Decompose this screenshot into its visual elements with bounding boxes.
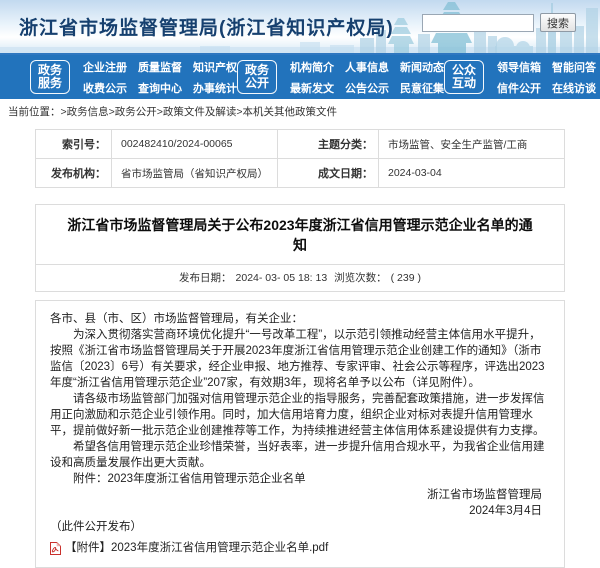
signature-agency: 浙江省市场监督管理局 — [50, 487, 550, 503]
nav-item-intellectual-property[interactable]: 知识产权 — [193, 59, 237, 75]
publish-info: 发布日期： 2024- 03- 05 18: 13 浏览次数： ( 239 ) — [36, 264, 564, 291]
nav-group-label-line: 政务 — [245, 64, 269, 77]
article-body: 各市、县（市、区）市场监督管理局，有关企业： 为深入贯彻落实营商环境优化提升“一… — [35, 300, 565, 568]
nav-group-label-line: 互动 — [452, 77, 476, 90]
nav-items-disclosure: 机构简介 人事信息 新闻动态 最新发文 公告公示 民意征集 — [290, 59, 444, 96]
meta-date-label: 成文日期： — [278, 159, 379, 188]
nav-group-interaction: 公众 互动 领导信箱 智能问答 知识百科 信件公开 在线访谈 新闻发布会 — [444, 59, 600, 96]
nav-item-enterprise-registration[interactable]: 企业注册 — [83, 59, 127, 75]
body-paragraph: 请各级市场监管部门加强对信用管理示范企业的指导服务，完善配套政策措施，进一步发挥… — [50, 391, 550, 439]
nav-group-label-line: 服务 — [38, 77, 62, 90]
search-input[interactable] — [422, 14, 534, 32]
meta-index-label: 索引号： — [36, 130, 112, 159]
public-release-note: （此件公开发布） — [50, 519, 550, 535]
nav-item-query-center[interactable]: 查询中心 — [138, 80, 182, 96]
nav-item-personnel-info[interactable]: 人事信息 — [345, 59, 389, 75]
publish-date-value: 2024- 03- 05 18: 13 — [236, 272, 328, 284]
body-paragraph: 为深入贯彻落实营商环境优化提升“一号改革工程”，以示范引领推动经营主体信用水平提… — [50, 327, 550, 391]
meta-topic-label: 主题分类： — [278, 130, 379, 159]
attachment-label[interactable]: 【附件】2023年度浙江省信用管理示范企业名单.pdf — [65, 541, 328, 555]
nav-item-latest-documents[interactable]: 最新发文 — [290, 80, 334, 96]
attachment-link[interactable]: 【附件】2023年度浙江省信用管理示范企业名单.pdf — [50, 541, 550, 555]
document-meta-table: 索引号： 002482410/2024-00065 主题分类： 市场监管、安全生… — [35, 129, 565, 188]
breadcrumb-label: 当前位置： — [8, 106, 61, 118]
pdf-icon — [50, 542, 61, 555]
nav-item-org-profile[interactable]: 机构简介 — [290, 59, 334, 75]
search-button[interactable]: 搜索 — [540, 13, 576, 32]
nav-item-fee-publicity[interactable]: 收费公示 — [83, 80, 127, 96]
meta-row: 发布机构： 省市场监管局（省知识产权局） 成文日期： 2024-03-04 — [36, 159, 565, 188]
breadcrumb-path[interactable]: >政务信息>政务公开>政策文件及解读>本机关其他政策文件 — [61, 106, 338, 118]
views-value: ( 239 ) — [391, 272, 421, 284]
nav-group-label-disclosure[interactable]: 政务 公开 — [237, 60, 277, 95]
nav-group-label-line: 公众 — [452, 64, 476, 77]
meta-agency-label: 发布机构： — [36, 159, 112, 188]
meta-index-value: 002482410/2024-00065 — [112, 130, 278, 159]
nav-item-smart-qa[interactable]: 智能问答 — [552, 59, 596, 75]
meta-date-value: 2024-03-04 — [379, 159, 565, 188]
article-title: 浙江省市场监督管理局关于公布2023年度浙江省信用管理示范企业名单的通知 — [36, 205, 564, 264]
salutation: 各市、县（市、区）市场监督管理局，有关企业： — [50, 311, 550, 327]
signature-date: 2024年3月4日 — [50, 503, 550, 519]
nav-item-quality-supervision[interactable]: 质量监督 — [138, 59, 182, 75]
nav-group-label-line: 公开 — [245, 77, 269, 90]
article-header: 浙江省市场监督管理局关于公布2023年度浙江省信用管理示范企业名单的通知 发布日… — [35, 204, 565, 292]
nav-item-public-opinion[interactable]: 民意征集 — [400, 80, 444, 96]
search-area: 搜索 — [422, 13, 576, 32]
main-nav: 政务 服务 企业注册 质量监督 知识产权 收费公示 查询中心 办事统计 政务 公… — [0, 55, 600, 99]
views-label: 浏览次数： — [334, 272, 387, 284]
body-paragraph: 希望各信用管理示范企业珍惜荣誉，当好表率，进一步提升信用合规水平，为我省企业信用… — [50, 439, 550, 471]
breadcrumb: 当前位置：>政务信息>政务公开>政策文件及解读>本机关其他政策文件 — [0, 99, 600, 122]
nav-items-interaction: 领导信箱 智能问答 知识百科 信件公开 在线访谈 新闻发布会 — [497, 59, 600, 96]
site-header: 浙江省市场监督管理局(浙江省知识产权局) 搜索 — [0, 0, 600, 55]
meta-row: 索引号： 002482410/2024-00065 主题分类： 市场监管、安全生… — [36, 130, 565, 159]
nav-group-label-line: 政务 — [38, 64, 62, 77]
nav-group-label-services[interactable]: 政务 服务 — [30, 60, 70, 95]
page: 浙江省市场监督管理局(浙江省知识产权局) 搜索 政务 服务 企业注册 质量监督 … — [0, 0, 600, 568]
nav-item-news[interactable]: 新闻动态 — [400, 59, 444, 75]
nav-item-leader-mailbox[interactable]: 领导信箱 — [497, 59, 541, 75]
nav-item-announcements[interactable]: 公告公示 — [345, 80, 389, 96]
nav-item-letters-publicity[interactable]: 信件公开 — [497, 80, 541, 96]
nav-group-services: 政务 服务 企业注册 质量监督 知识产权 收费公示 查询中心 办事统计 — [30, 59, 237, 96]
meta-agency-value: 省市场监管局（省知识产权局） — [112, 159, 278, 188]
nav-items-services: 企业注册 质量监督 知识产权 收费公示 查询中心 办事统计 — [83, 59, 237, 96]
meta-topic-value: 市场监管、安全生产监管/工商 — [379, 130, 565, 159]
publish-date-label: 发布日期： — [179, 272, 232, 284]
nav-item-service-statistics[interactable]: 办事统计 — [193, 80, 237, 96]
attachment-reference: 附件：2023年度浙江省信用管理示范企业名单 — [50, 471, 550, 487]
nav-group-label-interaction[interactable]: 公众 互动 — [444, 60, 484, 95]
content-area: 索引号： 002482410/2024-00065 主题分类： 市场监管、安全生… — [0, 122, 600, 568]
nav-item-online-interview[interactable]: 在线访谈 — [552, 80, 596, 96]
nav-group-disclosure: 政务 公开 机构简介 人事信息 新闻动态 最新发文 公告公示 民意征集 — [237, 59, 444, 96]
site-title: 浙江省市场监督管理局(浙江省知识产权局) — [19, 13, 394, 40]
